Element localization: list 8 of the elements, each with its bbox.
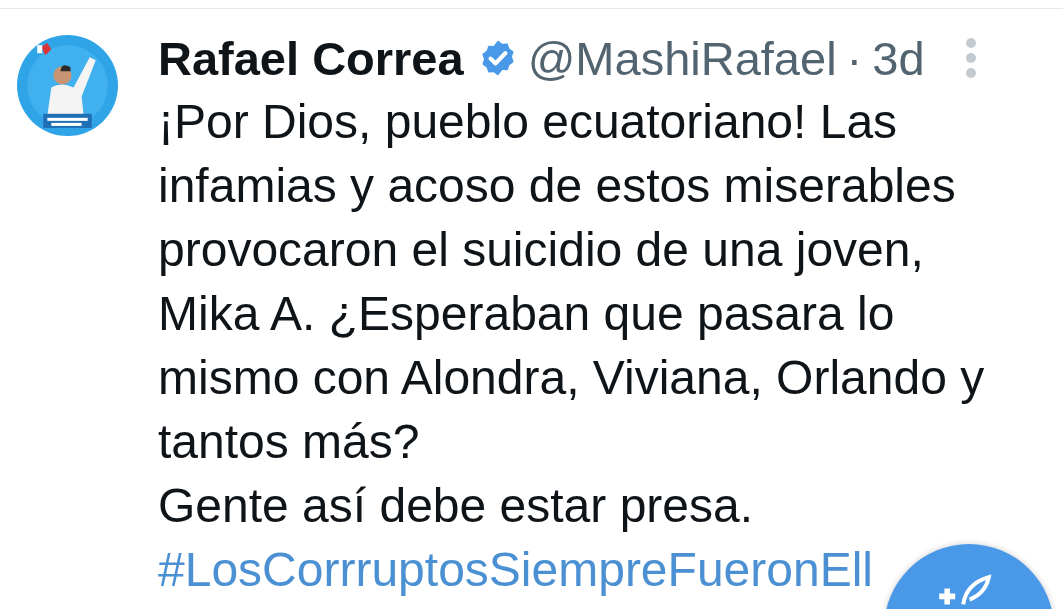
compose-icon (936, 574, 992, 606)
user-handle[interactable]: @MashiRafael (527, 30, 837, 86)
timestamp[interactable]: 3d (872, 30, 925, 86)
author-name[interactable]: Rafael Correa (158, 30, 464, 86)
hashtag-link[interactable]: #LosCorrruptosSiempreFueronEll (158, 543, 873, 596)
tweet-text: ¡Por Dios, pueblo ecuatoriano! Las infamias y acoso de estos miserables provocaron el suicidio de una joven, Mika A. ¿Esperaban que pasara lo mismo con Alondra, Viviana, Orlando y tantos más? Gente así debe estar presa. (158, 94, 986, 534)
more-options-icon[interactable] (964, 37, 977, 79)
separator: · (846, 30, 863, 86)
